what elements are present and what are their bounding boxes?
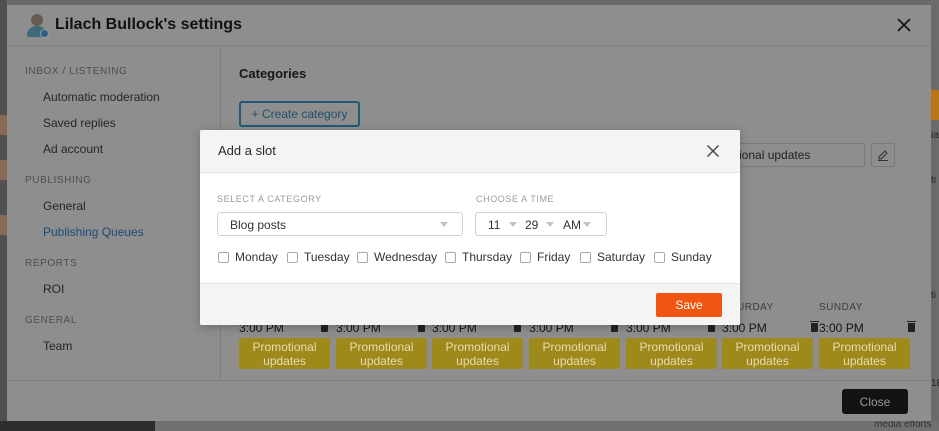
background-thumbnail xyxy=(0,115,7,135)
checkbox[interactable] xyxy=(654,251,665,263)
settings-sidebar: INBOX / LISTENING Automatic moderation S… xyxy=(7,46,221,380)
dialog-title: Add a slot xyxy=(218,143,276,158)
sidebar-section-publishing: PUBLISHING xyxy=(25,175,92,186)
day-label: Wednesday xyxy=(374,250,438,264)
queue-chip[interactable]: Promotional updates xyxy=(819,338,910,369)
close-button[interactable]: Close xyxy=(842,389,908,414)
pencil-icon xyxy=(878,150,888,161)
category-name-field[interactable]: otional updates xyxy=(722,143,865,167)
day-checkbox-monday[interactable]: Monday xyxy=(218,249,278,265)
day-checkbox-friday[interactable]: Friday xyxy=(520,249,570,265)
day-checkbox-tuesday[interactable]: Tuesday xyxy=(287,249,350,265)
queue-chip[interactable]: Promotional updates xyxy=(336,338,427,369)
day-label: Friday xyxy=(537,250,571,264)
checkbox[interactable] xyxy=(218,251,229,263)
edit-category-button[interactable] xyxy=(871,143,895,167)
day-label: Monday xyxy=(235,250,278,264)
sidebar-section-reports: REPORTS xyxy=(25,258,78,269)
day-header-sunday: SUNDAY xyxy=(819,302,863,313)
settings-header: Lilach Bullock's settings xyxy=(7,5,931,46)
background-accent xyxy=(931,90,939,120)
chevron-down-icon xyxy=(440,222,448,227)
dialog-header: Add a slot xyxy=(200,130,740,173)
checkbox[interactable] xyxy=(520,251,531,263)
save-button[interactable]: Save xyxy=(656,293,722,317)
day-label: Thursday xyxy=(462,250,513,264)
sidebar-item-automatic-moderation[interactable]: Automatic moderation xyxy=(43,90,160,104)
settings-title: Lilach Bullock's settings xyxy=(55,16,242,33)
chevron-down-icon xyxy=(583,222,591,227)
category-label: SELECT A CATEGORY xyxy=(217,194,322,204)
queue-chip[interactable]: Promotional updates xyxy=(722,338,813,369)
queue-chip[interactable]: Promotional updates xyxy=(432,338,523,369)
close-icon[interactable] xyxy=(896,17,912,33)
checkbox[interactable] xyxy=(445,251,456,263)
day-label: Sunday xyxy=(671,250,712,264)
background-text: ti xyxy=(931,175,936,186)
time-label: CHOOSE A TIME xyxy=(476,194,555,204)
create-category-button[interactable]: + Create category xyxy=(239,101,360,127)
avatar xyxy=(26,14,49,38)
category-select[interactable]: Blog posts xyxy=(217,212,463,236)
queue-chip[interactable]: Promotional updates xyxy=(626,338,717,369)
day-checkbox-wednesday[interactable]: Wednesday xyxy=(357,249,437,265)
checkbox[interactable] xyxy=(580,251,591,263)
settings-footer: Close xyxy=(7,380,931,421)
checkbox[interactable] xyxy=(357,251,368,263)
background-app-bottom: media efforts xyxy=(0,419,939,431)
background-panel xyxy=(0,421,155,431)
background-thumbnail xyxy=(0,215,7,235)
trash-icon[interactable] xyxy=(907,321,916,332)
sidebar-item-general[interactable]: General xyxy=(43,199,86,213)
chevron-down-icon xyxy=(546,222,554,227)
queue-chip[interactable]: Promotional updates xyxy=(529,338,620,369)
ampm-select[interactable]: AM xyxy=(563,218,581,232)
chevron-down-icon xyxy=(509,222,517,227)
background-text: ti xyxy=(931,290,936,301)
linkedin-badge-icon xyxy=(40,29,49,38)
day-label: Tuesday xyxy=(304,250,350,264)
trash-icon[interactable] xyxy=(810,321,819,332)
sidebar-section-inbox: INBOX / LISTENING xyxy=(25,66,128,77)
sidebar-item-team[interactable]: Team xyxy=(43,339,72,353)
day-header-saturday: URDAY xyxy=(737,302,774,313)
minute-select[interactable]: 29 xyxy=(525,218,538,232)
sidebar-section-general: GENERAL xyxy=(25,315,77,326)
queue-chip[interactable]: Promotional updates xyxy=(239,338,330,369)
page-title: Categories xyxy=(239,66,307,81)
background-thumbnail xyxy=(0,160,7,180)
background-app-left xyxy=(0,0,7,431)
sidebar-item-roi[interactable]: ROI xyxy=(43,282,64,296)
category-select-value: Blog posts xyxy=(230,218,287,232)
background-app-right: ia ti ti 18 xyxy=(931,0,939,431)
sidebar-item-saved-replies[interactable]: Saved replies xyxy=(43,116,116,130)
close-icon[interactable] xyxy=(706,144,720,158)
sidebar-item-publishing-queues[interactable]: Publishing Queues xyxy=(43,225,144,239)
add-slot-dialog: Add a slot SELECT A CATEGORY Blog posts … xyxy=(200,130,740,325)
background-text: ia xyxy=(931,130,939,141)
day-checkbox-sunday[interactable]: Sunday xyxy=(654,249,712,265)
day-label: Saturday xyxy=(597,250,646,264)
background-text: 18 xyxy=(931,378,939,389)
checkbox[interactable] xyxy=(287,251,298,263)
time-picker: 11 29 AM xyxy=(475,212,607,236)
day-checkbox-saturday[interactable]: Saturday xyxy=(580,249,645,265)
day-checkbox-thursday[interactable]: Thursday xyxy=(445,249,512,265)
dialog-footer: Save xyxy=(200,283,740,325)
sidebar-item-ad-account[interactable]: Ad account xyxy=(43,142,103,156)
hour-select[interactable]: 11 xyxy=(488,218,500,232)
queue-time: 3:00 PM xyxy=(819,321,864,335)
